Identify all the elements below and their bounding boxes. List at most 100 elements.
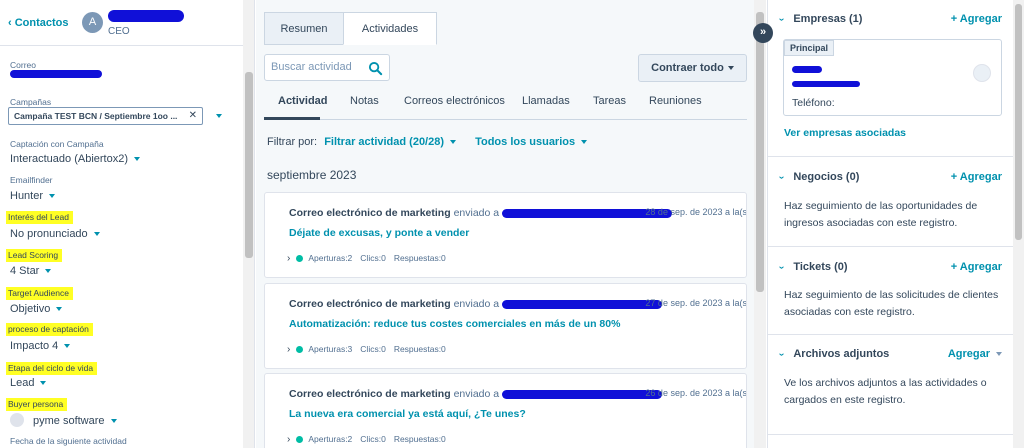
add-company-button[interactable]: + Agregar [951,13,1002,25]
expand-chevron-icon[interactable]: › [287,434,290,445]
field-label-lead-interest: Interés del Lead [6,211,73,224]
section-title: Archivos adjuntos [793,348,890,360]
see-associated-companies-link[interactable]: Ver empresas asociadas [784,127,906,139]
sidebar-scrollbar[interactable] [243,0,254,448]
company-card[interactable]: Principal Teléfono: [783,39,1002,116]
field-value-capture-process[interactable]: Impacto 4 [10,340,71,352]
subtab-notes[interactable]: Notas [350,95,379,107]
card-type: Correo electrónico de marketing [289,298,451,310]
tab-activities[interactable]: Actividades [343,12,437,45]
field-value-buyer-persona[interactable]: pyme software [33,415,117,427]
activity-search[interactable] [264,54,390,81]
opens-count: Aperturas:3 [308,344,353,354]
value-text: No pronunciado [10,228,88,240]
subtab-emails[interactable]: Correos electrónicos [404,95,505,107]
subtab-tasks[interactable]: Tareas [593,95,626,107]
field-value-lifecycle-stage[interactable]: Lead [10,377,47,389]
subtab-calls[interactable]: Llamadas [522,95,570,107]
company-logo-icon [973,64,991,82]
subtab-meetings[interactable]: Reuniones [649,95,702,107]
back-label: Contactos [14,17,69,29]
activity-card[interactable]: Correo electrónico de marketing enviado … [264,373,747,448]
contact-header: ‹ Contactos A CEO [0,0,243,46]
field-value-target-audience[interactable]: Objetivo [10,303,63,315]
field-label-campaign-capture: Captación con Campaña [10,139,104,149]
filter-users-dropdown[interactable]: Todos los usuarios [475,136,588,148]
back-to-contacts-link[interactable]: ‹ Contactos [8,17,69,29]
chevron-down-icon [56,307,63,312]
search-icon[interactable] [368,61,383,76]
card-date: 28 de sep. de 2023 a la(s) [645,207,747,217]
add-deal-button[interactable]: + Agregar [951,171,1002,183]
card-subject-link[interactable]: Déjate de excusas, y ponte a vender [289,227,469,239]
chevron-down-icon [996,352,1002,357]
activity-scrollbar[interactable] [754,0,766,448]
filter-row: Filtrar por: Filtrar actividad (20/28) T… [267,136,588,148]
field-label-email: Correo [10,60,36,70]
add-label: Agregar [947,348,990,360]
chevron-down-icon: › [776,175,788,180]
section-attachments-header[interactable]: › Archivos adjuntos [776,348,890,360]
field-value-lead-scoring[interactable]: 4 Star [10,265,52,277]
value-text: Interactuado (Abiertox2) [10,153,129,165]
chevron-down-icon [581,140,588,145]
collapse-all-button[interactable]: Contraer todo [638,54,747,82]
field-label-buyer-persona: Buyer persona [6,398,68,411]
divider [768,246,1013,247]
campaign-tag-label: Campaña TEST BCN / Septiembre 1oo ... [14,111,178,121]
campaign-tag[interactable]: Campaña TEST BCN / Septiembre 1oo ... ✕ [8,107,203,125]
activity-filter-tabs: Actividad Notas Correos electrónicos Lla… [264,92,747,120]
card-date: 26 de sep. de 2023 a la(s) [645,388,747,398]
expand-chevron-icon[interactable]: › [287,253,290,264]
status-dot-icon [296,255,304,263]
field-value-campaign-capture[interactable]: Interactuado (Abiertox2) [10,153,141,165]
card-subject-link[interactable]: Automatización: reduce tus costes comerc… [289,318,620,330]
divider [768,334,1013,335]
section-title: Negocios (0) [793,171,860,183]
chevron-down-icon [727,66,734,71]
tickets-empty-text: Haz seguimiento de las solicitudes de cl… [784,289,999,318]
card-stats: › Aperturas:2 Clics:0 Respuestas:0 [287,434,454,445]
contact-role: CEO [108,26,130,37]
subtab-activity[interactable]: Actividad [278,95,328,107]
scrollbar-thumb[interactable] [245,72,253,258]
contact-sidebar: ‹ Contactos A CEO Correo Campañas Campañ… [0,0,255,448]
section-companies-header[interactable]: › Empresas (1) [776,13,863,25]
value-text: Hunter [10,190,44,202]
card-title: Correo electrónico de marketing enviado … [289,388,663,400]
redacted-recipient [502,389,663,399]
field-value-emailfinder[interactable]: Hunter [10,190,56,202]
search-input[interactable] [271,61,363,73]
card-sent-to: enviado a [453,298,500,310]
company-phone-label: Teléfono: [792,97,835,109]
card-stats: › Aperturas:2 Clics:0 Respuestas:0 [287,253,454,264]
chevron-down-icon [450,140,457,145]
associations-scrollbar[interactable] [1013,0,1024,448]
add-ticket-button[interactable]: + Agregar [951,261,1002,273]
avatar: A [82,12,103,33]
value-text: Impacto 4 [10,340,59,352]
scrollbar-thumb[interactable] [756,12,764,292]
field-value-lead-interest[interactable]: No pronunciado [10,228,100,240]
remove-campaign-icon[interactable]: ✕ [189,110,197,121]
activity-card[interactable]: Correo electrónico de marketing enviado … [264,192,747,278]
card-date: 27 de sep. de 2023 a la(s) [645,298,747,308]
chevron-down-icon [40,381,47,386]
persona-avatar-icon [10,413,24,427]
scrollbar-thumb[interactable] [1015,4,1022,240]
tab-summary[interactable]: Resumen [264,12,344,45]
section-deals-header[interactable]: › Negocios (0) [776,171,860,183]
chevron-down-icon: › [776,352,788,357]
section-tickets-header[interactable]: › Tickets (0) [776,261,847,273]
associations-panel: › Empresas (1) + Agregar Principal Teléfo… [767,0,1024,448]
expand-panel-icon[interactable]: » [753,23,773,43]
filter-activity-dropdown[interactable]: Filtrar actividad (20/28) [324,136,457,148]
campaign-dropdown-icon[interactable] [216,114,222,118]
activity-card[interactable]: Correo electrónico de marketing enviado … [264,283,747,369]
clicks-count: Clics:0 [360,344,386,354]
replies-count: Respuestas:0 [393,344,446,354]
expand-chevron-icon[interactable]: › [287,344,290,355]
section-title: Empresas (1) [793,13,863,25]
add-attachment-button[interactable]: Agregar [948,348,1002,360]
card-subject-link[interactable]: La nueva era comercial ya está aquí, ¿Te… [289,408,526,420]
